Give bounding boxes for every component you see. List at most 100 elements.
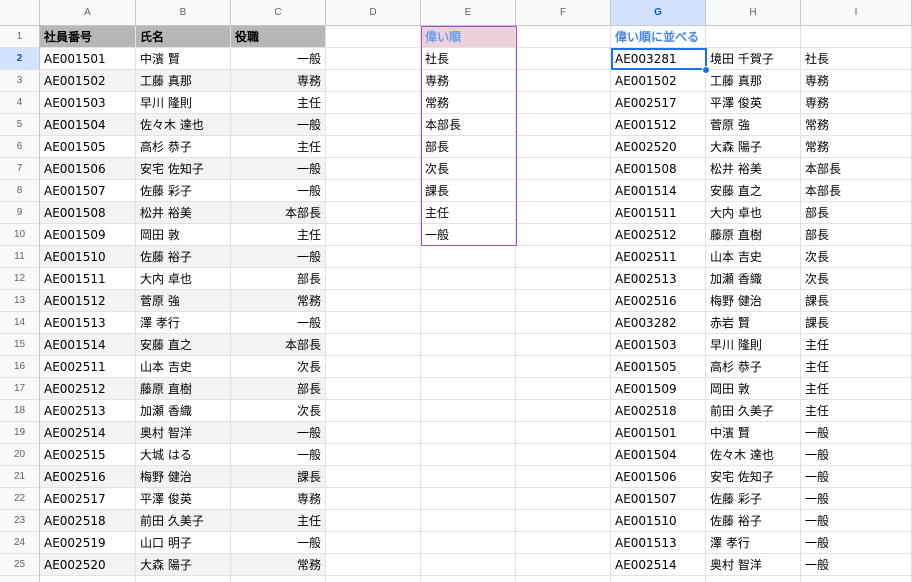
cell-g23[interactable]: AE001510: [611, 510, 706, 532]
cell-f25[interactable]: [516, 554, 611, 576]
cell-b25[interactable]: 大森 陽子: [136, 554, 231, 576]
cell-c18[interactable]: 次長: [231, 400, 326, 422]
header-cell-b[interactable]: 氏名: [136, 26, 231, 48]
cell-g16[interactable]: AE001505: [611, 356, 706, 378]
cell-d21[interactable]: [326, 466, 421, 488]
cell-g13[interactable]: AE002516: [611, 290, 706, 312]
cell-f26[interactable]: [516, 576, 611, 582]
cell-i25[interactable]: 一般: [801, 554, 912, 576]
cell-h23[interactable]: 佐藤 裕子: [706, 510, 801, 532]
cell-g18[interactable]: AE002518: [611, 400, 706, 422]
cell-a2[interactable]: AE001501: [40, 48, 136, 70]
cell-a21[interactable]: AE002516: [40, 466, 136, 488]
cell-f21[interactable]: [516, 466, 611, 488]
cell-e25[interactable]: [421, 554, 516, 576]
cell-a9[interactable]: AE001508: [40, 202, 136, 224]
cell-i24[interactable]: 一般: [801, 532, 912, 554]
row-header-3[interactable]: 3: [0, 70, 40, 92]
cell-e14[interactable]: [421, 312, 516, 334]
row-header-2[interactable]: 2: [0, 48, 40, 70]
row-header-20[interactable]: 20: [0, 444, 40, 466]
cell-i19[interactable]: 一般: [801, 422, 912, 444]
cell-g17[interactable]: AE001509: [611, 378, 706, 400]
cell-c2[interactable]: 一般: [231, 48, 326, 70]
cell-f10[interactable]: [516, 224, 611, 246]
cell-d9[interactable]: [326, 202, 421, 224]
cell-h13[interactable]: 梅野 健治: [706, 290, 801, 312]
cell-b14[interactable]: 澤 孝行: [136, 312, 231, 334]
cell-g3[interactable]: AE001502: [611, 70, 706, 92]
cell-d15[interactable]: [326, 334, 421, 356]
cell-b9[interactable]: 松井 裕美: [136, 202, 231, 224]
rank-list-item[interactable]: 専務: [421, 70, 516, 92]
cell-c10[interactable]: 主任: [231, 224, 326, 246]
cell-f19[interactable]: [516, 422, 611, 444]
cell-g19[interactable]: AE001501: [611, 422, 706, 444]
cell-b11[interactable]: 佐藤 裕子: [136, 246, 231, 268]
cell-b4[interactable]: 早川 隆則: [136, 92, 231, 114]
spreadsheet-grid[interactable]: A B C D E F G H I 1 2 3 4 5 6 7 8 9 10 11 12 13 14 15 16 17 18 19 20…: [0, 0, 912, 582]
cell-h17[interactable]: 岡田 敦: [706, 378, 801, 400]
column-header-f[interactable]: F: [516, 0, 611, 26]
cell-g7[interactable]: AE001508: [611, 158, 706, 180]
cell-a24[interactable]: AE002519: [40, 532, 136, 554]
cell-b18[interactable]: 加瀬 香織: [136, 400, 231, 422]
cell-f11[interactable]: [516, 246, 611, 268]
cell-c24[interactable]: 一般: [231, 532, 326, 554]
column-header-c[interactable]: C: [231, 0, 326, 26]
cell-i11[interactable]: 次長: [801, 246, 912, 268]
cell-a14[interactable]: AE001513: [40, 312, 136, 334]
cell-b26[interactable]: [136, 576, 231, 582]
cell-e17[interactable]: [421, 378, 516, 400]
cell-h14[interactable]: 赤岩 賢: [706, 312, 801, 334]
cell-c4[interactable]: 主任: [231, 92, 326, 114]
row-header-5[interactable]: 5: [0, 114, 40, 136]
cell-b6[interactable]: 高杉 恭子: [136, 136, 231, 158]
cell-a15[interactable]: AE001514: [40, 334, 136, 356]
cell-f1[interactable]: [516, 26, 611, 48]
cell-i6[interactable]: 常務: [801, 136, 912, 158]
cell-d3[interactable]: [326, 70, 421, 92]
cell-i1[interactable]: [801, 26, 912, 48]
cell-b24[interactable]: 山口 明子: [136, 532, 231, 554]
column-header-b[interactable]: B: [136, 0, 231, 26]
row-header-24[interactable]: 24: [0, 532, 40, 554]
rank-list-item[interactable]: 部長: [421, 136, 516, 158]
cell-b10[interactable]: 岡田 敦: [136, 224, 231, 246]
cell-g20[interactable]: AE001504: [611, 444, 706, 466]
row-header-21[interactable]: 21: [0, 466, 40, 488]
cell-h11[interactable]: 山本 吉史: [706, 246, 801, 268]
cell-i17[interactable]: 主任: [801, 378, 912, 400]
row-header-13[interactable]: 13: [0, 290, 40, 312]
cell-i22[interactable]: 一般: [801, 488, 912, 510]
fill-handle[interactable]: [702, 66, 710, 74]
cell-i5[interactable]: 常務: [801, 114, 912, 136]
cell-f17[interactable]: [516, 378, 611, 400]
cell-f5[interactable]: [516, 114, 611, 136]
cell-c21[interactable]: 課長: [231, 466, 326, 488]
cell-d6[interactable]: [326, 136, 421, 158]
cell-f7[interactable]: [516, 158, 611, 180]
cell-e11[interactable]: [421, 246, 516, 268]
cell-a5[interactable]: AE001504: [40, 114, 136, 136]
cell-i9[interactable]: 部長: [801, 202, 912, 224]
cell-f9[interactable]: [516, 202, 611, 224]
row-header-16[interactable]: 16: [0, 356, 40, 378]
cell-d14[interactable]: [326, 312, 421, 334]
cell-i3[interactable]: 専務: [801, 70, 912, 92]
cell-e18[interactable]: [421, 400, 516, 422]
cell-a3[interactable]: AE001502: [40, 70, 136, 92]
cell-f14[interactable]: [516, 312, 611, 334]
cell-d18[interactable]: [326, 400, 421, 422]
cell-i18[interactable]: 主任: [801, 400, 912, 422]
cell-f4[interactable]: [516, 92, 611, 114]
row-header-15[interactable]: 15: [0, 334, 40, 356]
cell-i13[interactable]: 課長: [801, 290, 912, 312]
cell-c8[interactable]: 一般: [231, 180, 326, 202]
rank-list-item[interactable]: 社長: [421, 48, 516, 70]
cell-g6[interactable]: AE002520: [611, 136, 706, 158]
cell-b23[interactable]: 前田 久美子: [136, 510, 231, 532]
cell-b15[interactable]: 安藤 直之: [136, 334, 231, 356]
row-header-8[interactable]: 8: [0, 180, 40, 202]
cell-i16[interactable]: 主任: [801, 356, 912, 378]
